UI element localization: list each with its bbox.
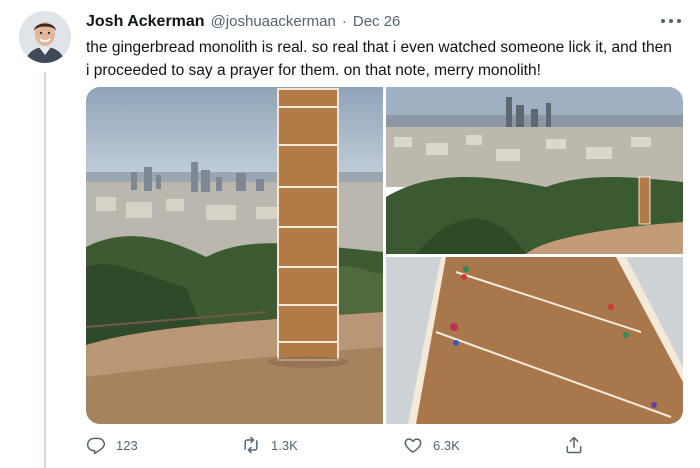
avatar-photo <box>19 11 71 63</box>
share-button[interactable] <box>564 432 584 458</box>
tweet-actions: 123 1.3K 6.3K <box>86 432 686 458</box>
retweet-count: 1.3K <box>271 437 298 453</box>
tweet-text: the gingerbread monolith is real. so rea… <box>86 39 672 79</box>
user-handle[interactable]: @joshuaackerman <box>211 13 336 30</box>
avatar[interactable] <box>19 11 71 63</box>
reply-icon <box>86 437 106 455</box>
more-options-icon[interactable] <box>661 14 681 28</box>
media-photo-closeup[interactable] <box>386 257 683 424</box>
tweet-date[interactable]: Dec 26 <box>353 13 401 30</box>
like-button[interactable]: 6.3K <box>403 432 460 458</box>
media-photo-monolith[interactable] <box>86 87 383 424</box>
share-icon <box>566 436 582 454</box>
media-grid <box>86 87 683 424</box>
retweet-button[interactable]: 1.3K <box>241 432 298 458</box>
tweet-header: Josh Ackerman @joshuaackerman · Dec 26 <box>86 13 400 35</box>
like-count: 6.3K <box>433 437 460 453</box>
heart-icon <box>404 438 422 453</box>
media-photo-cityview[interactable] <box>386 87 683 254</box>
display-name[interactable]: Josh Ackerman <box>86 13 205 31</box>
reply-count: 123 <box>116 437 138 453</box>
retweet-icon <box>244 436 258 454</box>
reply-button[interactable]: 123 <box>86 432 138 458</box>
separator-dot: · <box>341 13 347 30</box>
thread-line <box>44 72 46 468</box>
